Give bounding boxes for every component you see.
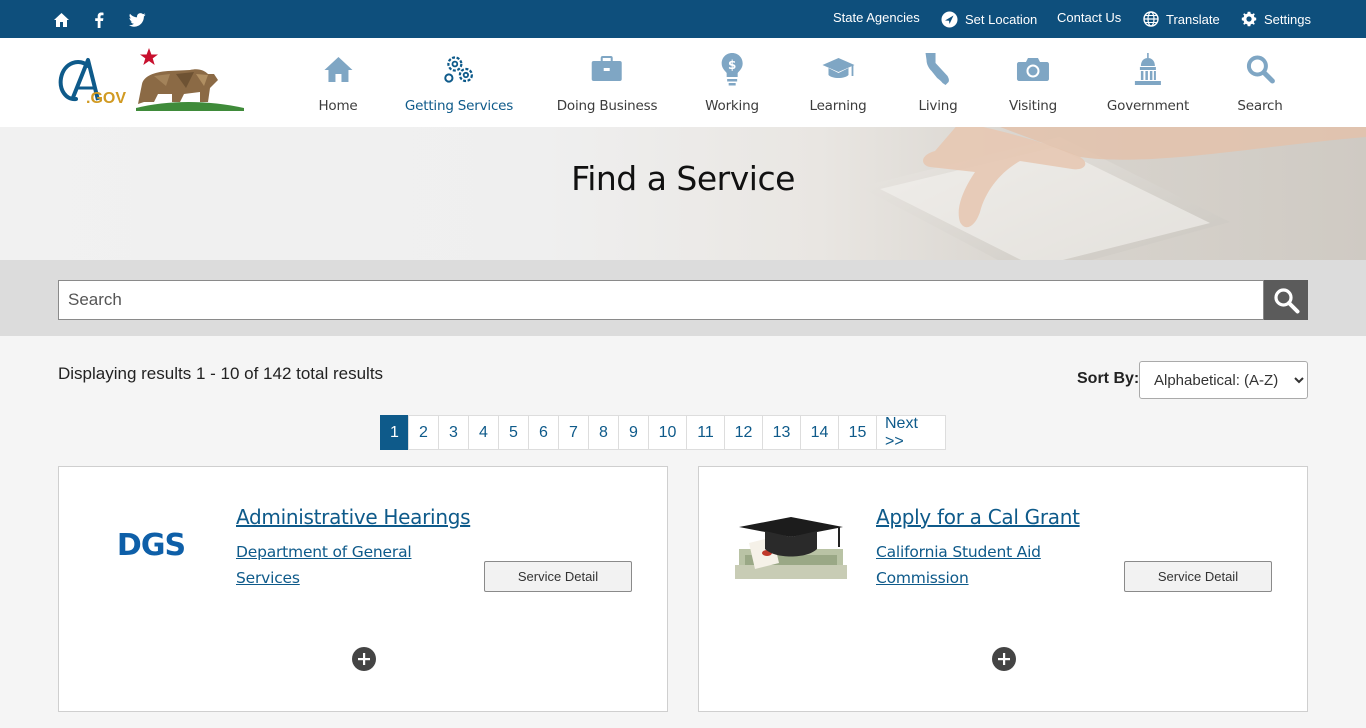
gear-icon bbox=[1241, 11, 1257, 27]
twitter-icon[interactable] bbox=[128, 11, 146, 29]
nav-home[interactable]: Home bbox=[318, 50, 358, 120]
page-link-13[interactable]: 13 bbox=[762, 415, 801, 450]
pagination: 1 2 3 4 5 6 7 8 9 10 11 12 13 14 15 Next… bbox=[380, 415, 946, 450]
capitol-icon bbox=[1133, 50, 1163, 88]
page-link-1[interactable]: 1 bbox=[380, 415, 409, 450]
graduation-cap-icon bbox=[821, 50, 855, 88]
service-search-input[interactable] bbox=[58, 280, 1264, 320]
service-card: Apply for a Cal Grant California Student… bbox=[698, 466, 1308, 712]
settings-link[interactable]: Settings bbox=[1241, 11, 1311, 27]
california-state-icon bbox=[924, 50, 952, 88]
gears-icon bbox=[442, 50, 476, 88]
department-link[interactable]: Department of General Services bbox=[236, 539, 466, 591]
page-link-next[interactable]: Next >> bbox=[876, 415, 946, 450]
lightbulb-icon: $ bbox=[720, 50, 744, 88]
service-detail-button[interactable]: Service Detail bbox=[484, 561, 632, 592]
site-header: .GOV Home Getting Services Doing Busines… bbox=[0, 38, 1366, 127]
results-summary: Displaying results 1 - 10 of 142 total r… bbox=[58, 364, 384, 383]
expand-plus-icon[interactable] bbox=[352, 647, 376, 671]
facebook-icon[interactable] bbox=[90, 11, 108, 29]
contact-us-link[interactable]: Contact Us bbox=[1057, 10, 1121, 25]
home-icon[interactable] bbox=[52, 11, 70, 29]
expand-plus-icon[interactable] bbox=[992, 647, 1016, 671]
nav-living[interactable]: Living bbox=[919, 50, 958, 120]
search-icon bbox=[1273, 287, 1299, 313]
page-link-11[interactable]: 11 bbox=[686, 415, 725, 450]
utility-bar: State Agencies Set Location Contact Us T… bbox=[0, 0, 1366, 38]
service-detail-button[interactable]: Service Detail bbox=[1124, 561, 1272, 592]
house-icon bbox=[323, 50, 353, 88]
logo-text: .GOV bbox=[86, 90, 126, 107]
page-link-10[interactable]: 10 bbox=[648, 415, 687, 450]
department-link[interactable]: California Student Aid Commission bbox=[876, 539, 1106, 591]
sort-label: Sort By: bbox=[1077, 370, 1140, 387]
page-link-7[interactable]: 7 bbox=[558, 415, 589, 450]
nav-search[interactable]: Search bbox=[1237, 50, 1283, 120]
dgs-logo: DGS bbox=[95, 503, 207, 585]
nav-doing-business[interactable]: Doing Business bbox=[557, 50, 657, 120]
search-band bbox=[0, 260, 1366, 336]
globe-icon bbox=[1143, 11, 1159, 27]
search-icon bbox=[1245, 50, 1275, 88]
ca-gov-logo[interactable]: .GOV bbox=[58, 44, 248, 114]
page-link-8[interactable]: 8 bbox=[588, 415, 619, 450]
set-location-link[interactable]: Set Location bbox=[941, 11, 1037, 28]
service-card: DGS Administrative Hearings Department o… bbox=[58, 466, 668, 712]
page-link-15[interactable]: 15 bbox=[838, 415, 877, 450]
sort-select[interactable]: Alphabetical: (A-Z) bbox=[1139, 361, 1308, 399]
svg-text:DGS: DGS bbox=[117, 529, 185, 559]
page-title: Find a Service bbox=[571, 159, 795, 198]
state-agencies-link[interactable]: State Agencies bbox=[833, 10, 920, 25]
page-link-5[interactable]: 5 bbox=[498, 415, 529, 450]
nav-government[interactable]: Government bbox=[1107, 50, 1189, 120]
page-link-12[interactable]: 12 bbox=[724, 415, 763, 450]
nav-learning[interactable]: Learning bbox=[809, 50, 867, 120]
nav-working[interactable]: $ Working bbox=[705, 50, 759, 120]
page-link-4[interactable]: 4 bbox=[468, 415, 499, 450]
page-link-6[interactable]: 6 bbox=[528, 415, 559, 450]
svg-text:$: $ bbox=[728, 58, 736, 72]
page-link-9[interactable]: 9 bbox=[618, 415, 649, 450]
location-icon bbox=[941, 11, 958, 28]
page-link-3[interactable]: 3 bbox=[438, 415, 469, 450]
service-title-link[interactable]: Administrative Hearings bbox=[236, 505, 471, 529]
page-link-2[interactable]: 2 bbox=[408, 415, 439, 450]
camera-icon bbox=[1016, 50, 1050, 88]
briefcase-icon bbox=[591, 50, 623, 88]
service-title-link[interactable]: Apply for a Cal Grant bbox=[876, 505, 1080, 529]
nav-getting-services[interactable]: Getting Services bbox=[405, 50, 513, 120]
hero-banner: Find a Service bbox=[0, 127, 1366, 260]
graduation-cap-money-image bbox=[735, 503, 847, 585]
page-link-14[interactable]: 14 bbox=[800, 415, 839, 450]
translate-link[interactable]: Translate bbox=[1143, 11, 1220, 27]
search-submit-button[interactable] bbox=[1264, 280, 1308, 320]
nav-visiting[interactable]: Visiting bbox=[1009, 50, 1057, 120]
